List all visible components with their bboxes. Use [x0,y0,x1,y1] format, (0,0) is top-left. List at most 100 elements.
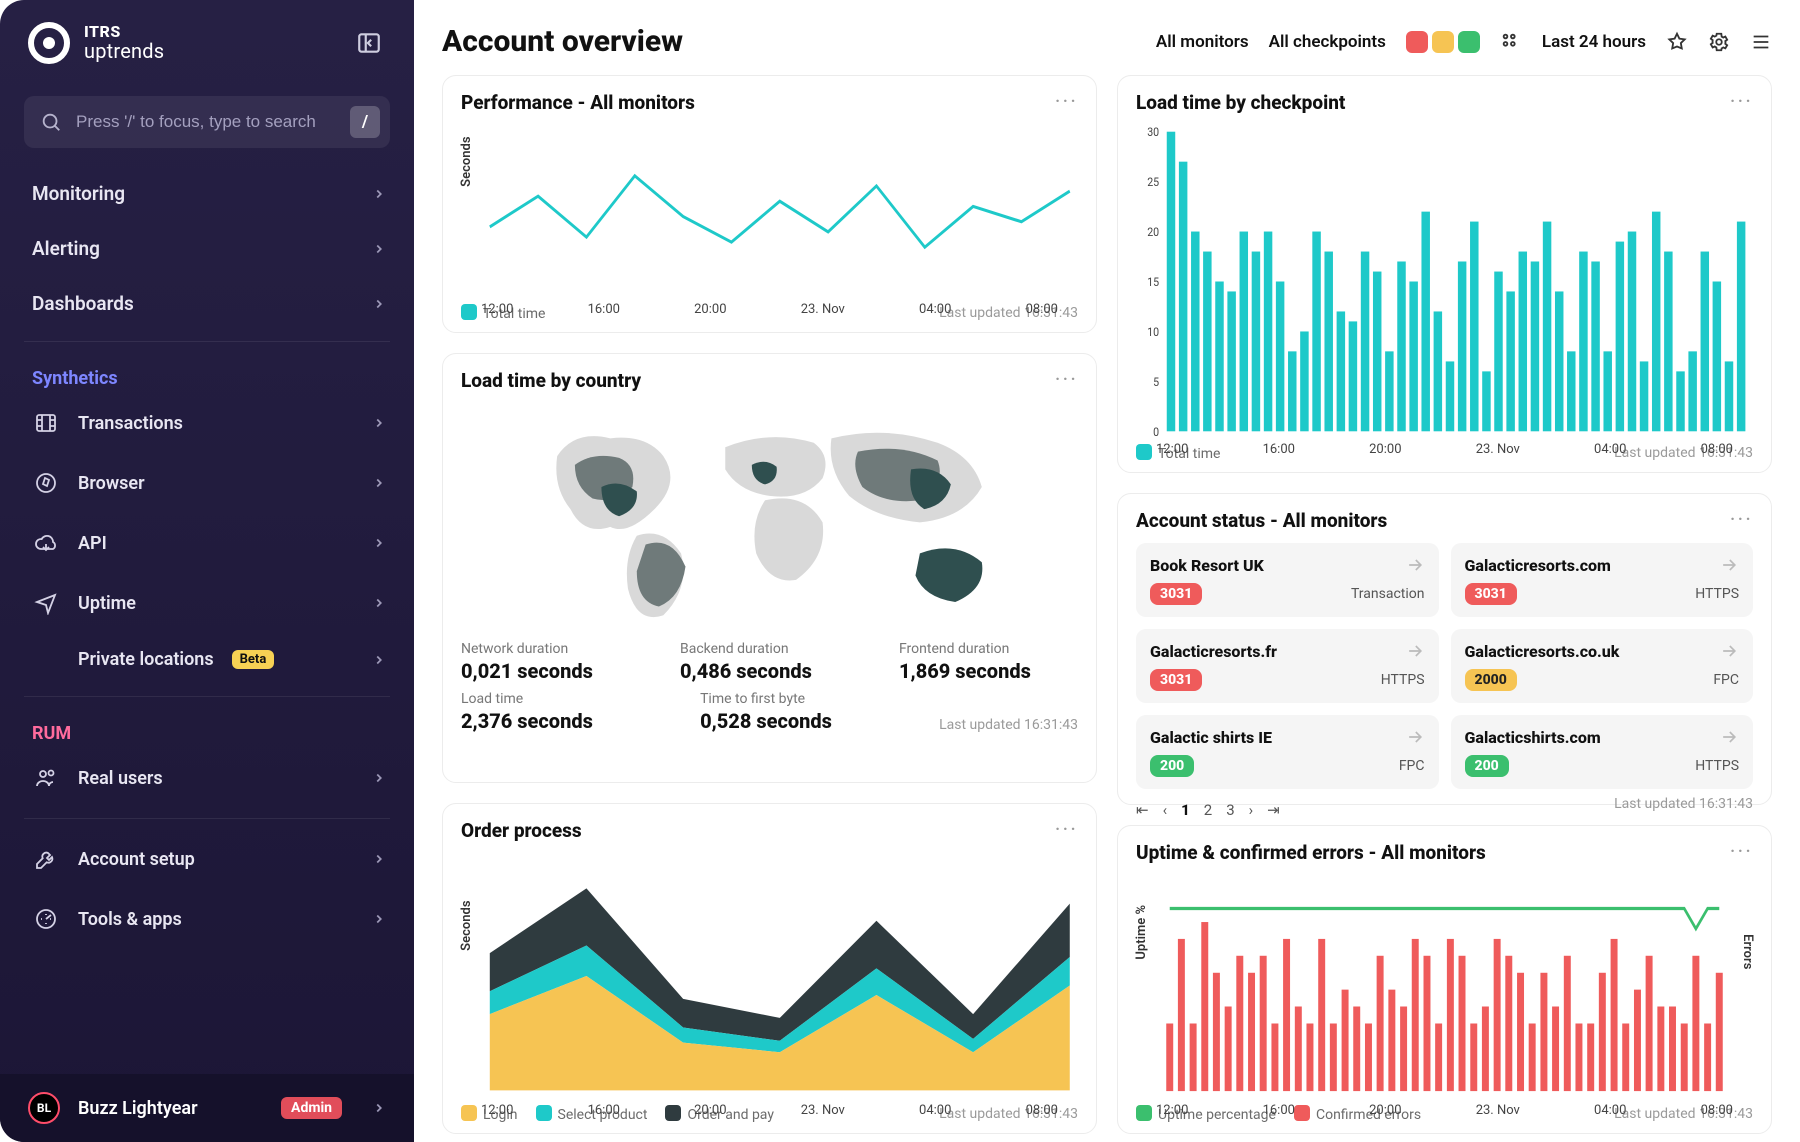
sidebar-section-synthetics: Synthetics [0,352,414,393]
filter-monitors[interactable]: All monitors [1156,32,1249,52]
card-title: Performance - All monitors [461,91,695,114]
collapse-sidebar-button[interactable] [352,26,386,60]
status-badge: 200 [1465,755,1509,777]
chevron-right-icon [372,912,386,926]
gauge-icon [32,905,60,933]
status-yellow[interactable] [1432,31,1454,53]
wrench-icon [32,845,60,873]
user-name: Buzz Lightyear [78,1098,198,1119]
metric: Frontend duration1,869 seconds [899,641,1078,683]
main: Account overview All monitors All checkp… [414,0,1800,1142]
metric: Load time2,376 seconds [461,691,660,733]
arrow-icon [1719,641,1739,661]
status-card[interactable]: Galacticresorts.co.uk 2000FPC [1451,629,1754,703]
brand-line2: uptrends [84,41,164,62]
sidebar-item-tools-apps[interactable]: Tools & apps [0,889,414,949]
page-first[interactable]: ⇤ [1136,801,1149,819]
sidebar-user-row[interactable]: BL Buzz Lightyear Admin [0,1074,414,1142]
card-menu-button[interactable]: ··· [1730,90,1753,115]
card-menu-button[interactable]: ··· [1730,840,1753,865]
sidebar-item-alerting[interactable]: Alerting [0,221,414,276]
chevron-right-icon [372,242,386,256]
role-badge: Admin [281,1097,342,1119]
monitor-name: Galacticresorts.co.uk [1465,642,1620,661]
card-title: Load time by country [461,369,641,392]
card-account-status: Account status - All monitors ··· Book R… [1117,493,1772,805]
y-axis-label: Seconds [459,900,474,950]
checkpoint-chart: 051015202530 [1136,125,1753,438]
filter-checkpoints[interactable]: All checkpoints [1269,32,1386,52]
menu-icon[interactable] [1750,31,1772,53]
sidebar-item-browser[interactable]: Browser [0,453,414,513]
sidebar-item-dashboards[interactable]: Dashboards [0,276,414,331]
sidebar-section-rum: RUM [0,707,414,748]
chevron-right-icon [372,596,386,610]
last-updated: Last updated 16:31:43 [939,717,1078,733]
card-menu-button[interactable]: ··· [1055,90,1078,115]
status-card[interactable]: Galacticresorts.fr 3031HTTPS [1136,629,1439,703]
search-input[interactable] [76,112,350,132]
monitor-name: Galacticshirts.com [1465,728,1601,747]
sidebar-item-label: Dashboards [32,292,134,315]
y-axis-label: Seconds [459,136,474,186]
status-red[interactable] [1406,31,1428,53]
card-title: Order process [461,819,582,842]
sidebar-item-uptime[interactable]: Uptime [0,573,414,633]
monitor-type: HTTPS [1381,672,1425,688]
card-performance: Performance - All monitors ··· Seconds 1… [442,75,1097,333]
card-menu-button[interactable]: ··· [1055,368,1078,393]
apps-icon[interactable] [1500,31,1522,53]
sidebar-item-transactions[interactable]: Transactions [0,393,414,453]
time-range[interactable]: Last 24 hours [1542,32,1646,52]
status-card[interactable]: Book Resort UK 3031Transaction [1136,543,1439,617]
card-menu-button[interactable]: ··· [1055,818,1078,843]
sidebar-item-label: Browser [78,473,145,494]
x-ticks: 12:0016:0020:0023. Nov04:0008:00 [1156,442,1733,457]
card-title: Uptime & confirmed errors - All monitors [1136,841,1486,864]
search-kbd: / [350,106,380,138]
page-last[interactable]: ⇥ [1267,801,1280,819]
status-card[interactable]: Galacticresorts.com 3031HTTPS [1451,543,1754,617]
page-1[interactable]: 1 [1181,801,1190,819]
sidebar-item-private-locations[interactable]: Private locations Beta [0,633,414,686]
status-card[interactable]: Galacticshirts.com 200HTTPS [1451,715,1754,789]
star-icon[interactable] [1666,31,1688,53]
search-bar[interactable]: / [24,96,390,148]
x-ticks: 12:0016:0020:0023. Nov04:0008:00 [481,1103,1058,1118]
sidebar-item-monitoring[interactable]: Monitoring [0,166,414,221]
svg-text:10: 10 [1147,324,1159,339]
metric: Time to first byte0,528 seconds [700,691,899,733]
x-ticks: 12:0016:0020:0023. Nov04:0008:00 [1156,1103,1733,1118]
arrow-icon [1405,641,1425,661]
sidebar-header: ITRS uptrends [0,0,414,82]
page-prev[interactable]: ‹ [1163,801,1168,819]
page-3[interactable]: 3 [1226,801,1234,819]
page-2[interactable]: 2 [1204,801,1212,819]
sidebar-item-account-setup[interactable]: Account setup [0,829,414,889]
metrics-row-2: Load time2,376 seconds Time to first byte… [461,691,1078,733]
last-updated: Last updated 16:31:43 [1614,796,1753,812]
card-title: Load time by checkpoint [1136,91,1345,114]
chevron-right-icon [372,476,386,490]
status-card[interactable]: Galactic shirts IE 200FPC [1136,715,1439,789]
metric: Network duration0,021 seconds [461,641,640,683]
gear-icon[interactable] [1708,31,1730,53]
page-next[interactable]: › [1249,801,1254,819]
users-icon [32,764,60,792]
sidebar-item-api[interactable]: API [0,513,414,573]
card-title: Account status - All monitors [1136,509,1387,532]
sidebar: ITRS uptrends / Monitoring Alerting Dash… [0,0,414,1142]
svg-text:20: 20 [1147,224,1159,239]
sidebar-item-real-users[interactable]: Real users [0,748,414,808]
status-green[interactable] [1458,31,1480,53]
arrow-icon [1719,727,1739,747]
film-icon [32,409,60,437]
status-filter[interactable] [1406,31,1480,53]
monitor-name: Galacticresorts.com [1465,556,1611,575]
chevron-right-icon [372,1101,386,1115]
card-menu-button[interactable]: ··· [1730,508,1753,533]
monitor-name: Galacticresorts.fr [1150,642,1277,661]
chevron-right-icon [372,771,386,785]
status-badge: 200 [1150,755,1194,777]
sidebar-item-label: Account setup [78,849,195,870]
